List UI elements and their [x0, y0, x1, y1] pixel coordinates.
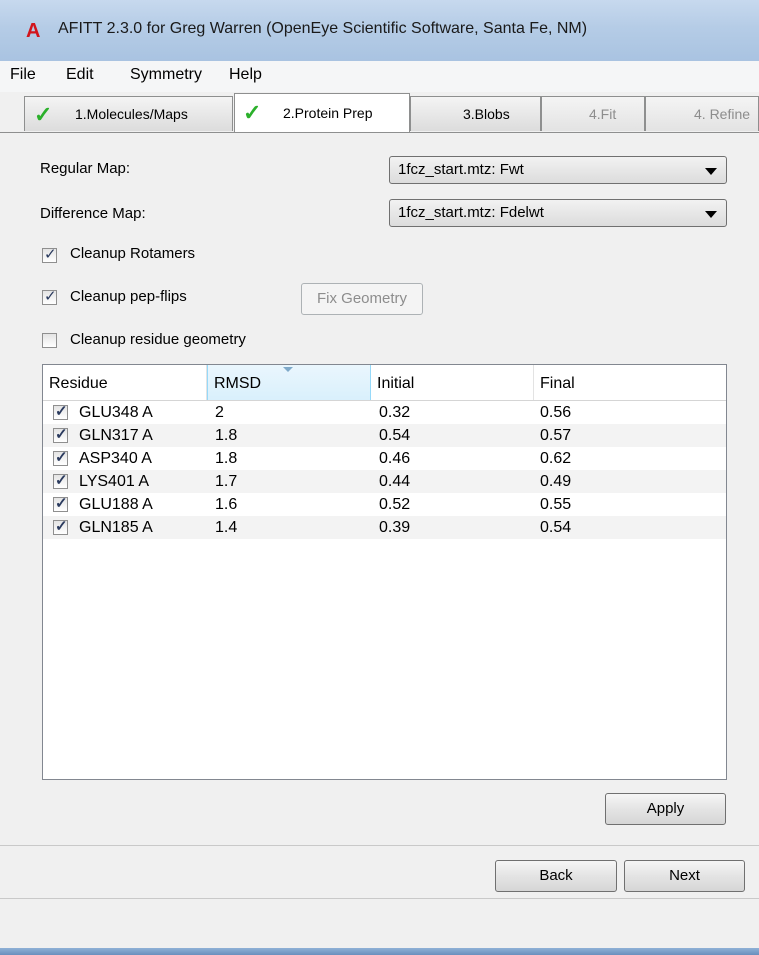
- initial-cell: 0.46: [379, 450, 411, 467]
- next-button[interactable]: Next: [624, 860, 745, 892]
- cleanup-pepflips-checkbox[interactable]: [42, 287, 57, 305]
- regular-map-select[interactable]: 1fcz_start.mtz: Fwt: [389, 156, 727, 184]
- rmsd-cell: 1.6: [215, 496, 238, 513]
- wizard-tabs: ✓ 1.Molecules/Maps ✓ 2.Protein Prep 3.Bl…: [0, 92, 759, 133]
- difference-map-select[interactable]: 1fcz_start.mtz: Fdelwt: [389, 199, 727, 227]
- sort-descending-icon: [283, 367, 293, 372]
- table-row[interactable]: GLN185 A 1.4 0.39 0.54: [43, 516, 726, 539]
- afitt-app-icon: A: [26, 20, 41, 42]
- tab-fit: 4.Fit: [541, 96, 645, 131]
- check-icon: ✓: [34, 102, 53, 127]
- column-header-residue[interactable]: Residue: [43, 365, 207, 400]
- rmsd-cell: 1.8: [215, 427, 238, 444]
- column-header-rmsd-label: RMSD: [214, 375, 262, 392]
- window-frame-bottom: [0, 948, 759, 955]
- afitt-window: A AFITT 2.3.0 for Greg Warren (OpenEye S…: [0, 0, 759, 955]
- cleanup-rotamers-checkbox[interactable]: [42, 245, 57, 263]
- cleanup-pepflips-label: Cleanup pep-flips: [70, 288, 187, 305]
- tab-label: 3.Blobs: [463, 106, 510, 122]
- table-header: Residue RMSD Initial Final: [43, 365, 726, 401]
- final-cell: 0.49: [540, 473, 572, 490]
- regular-map-label: Regular Map:: [40, 160, 131, 177]
- tab-label: 4.Fit: [589, 106, 617, 122]
- fix-geometry-button: Fix Geometry: [301, 283, 423, 315]
- rmsd-cell: 2: [215, 404, 224, 421]
- tab-blobs[interactable]: 3.Blobs: [410, 96, 541, 131]
- column-header-initial[interactable]: Initial: [371, 365, 534, 400]
- tab-label: 4. Refine: [694, 106, 751, 122]
- tab-refine: 4. Refine: [645, 96, 759, 131]
- initial-cell: 0.44: [379, 473, 411, 490]
- residue-cell: GLN185 A: [79, 519, 153, 536]
- menu-help[interactable]: Help: [229, 66, 262, 84]
- row-checkbox[interactable]: [53, 425, 68, 443]
- back-button[interactable]: Back: [495, 860, 617, 892]
- dropdown-arrow-icon: [705, 211, 717, 218]
- table-row[interactable]: GLU188 A 1.6 0.52 0.55: [43, 493, 726, 516]
- cleanup-geometry-checkbox[interactable]: [42, 333, 57, 348]
- cleanup-geometry-label: Cleanup residue geometry: [70, 331, 246, 348]
- residue-cell: ASP340 A: [79, 450, 152, 467]
- final-cell: 0.56: [540, 404, 572, 421]
- tab-label: 1.Molecules/Maps: [75, 106, 188, 122]
- menu-bar: File Edit Symmetry Help: [0, 61, 759, 93]
- final-cell: 0.57: [540, 427, 572, 444]
- menu-edit[interactable]: Edit: [66, 66, 94, 84]
- rmsd-cell: 1.7: [215, 473, 238, 490]
- table-row[interactable]: ASP340 A 1.8 0.46 0.62: [43, 447, 726, 470]
- residue-cell: LYS401 A: [79, 473, 149, 490]
- initial-cell: 0.32: [379, 404, 411, 421]
- initial-cell: 0.39: [379, 519, 411, 536]
- final-cell: 0.54: [540, 519, 572, 536]
- tab-protein-prep[interactable]: ✓ 2.Protein Prep: [234, 93, 410, 132]
- title-bar[interactable]: A AFITT 2.3.0 for Greg Warren (OpenEye S…: [0, 0, 759, 61]
- residue-cell: GLU348 A: [79, 404, 153, 421]
- residue-table[interactable]: Residue RMSD Initial Final GLU348 A 2 0.…: [42, 364, 727, 780]
- menu-file[interactable]: File: [10, 66, 36, 84]
- menu-symmetry[interactable]: Symmetry: [130, 66, 202, 84]
- difference-map-value: 1fcz_start.mtz: Fdelwt: [398, 204, 544, 221]
- table-row[interactable]: GLN317 A 1.8 0.54 0.57: [43, 424, 726, 447]
- column-header-final[interactable]: Final: [534, 365, 726, 400]
- apply-button[interactable]: Apply: [605, 793, 726, 825]
- rmsd-cell: 1.8: [215, 450, 238, 467]
- residue-cell: GLU188 A: [79, 496, 153, 513]
- difference-map-label: Difference Map:: [40, 205, 146, 222]
- table-row[interactable]: LYS401 A 1.7 0.44 0.49: [43, 470, 726, 493]
- row-checkbox[interactable]: [53, 402, 68, 420]
- tab-label: 2.Protein Prep: [283, 105, 373, 121]
- cleanup-rotamers-label: Cleanup Rotamers: [70, 245, 196, 262]
- separator: [0, 845, 759, 846]
- final-cell: 0.55: [540, 496, 572, 513]
- row-checkbox[interactable]: [53, 448, 68, 466]
- residue-cell: GLN317 A: [79, 427, 153, 444]
- row-checkbox[interactable]: [53, 517, 68, 535]
- check-icon: ✓: [243, 100, 262, 125]
- tab-molecules-maps[interactable]: ✓ 1.Molecules/Maps: [24, 96, 233, 131]
- column-header-rmsd[interactable]: RMSD: [207, 365, 371, 400]
- separator: [0, 898, 759, 899]
- rmsd-cell: 1.4: [215, 519, 238, 536]
- window-title: AFITT 2.3.0 for Greg Warren (OpenEye Sci…: [58, 20, 588, 37]
- initial-cell: 0.52: [379, 496, 411, 513]
- row-checkbox[interactable]: [53, 471, 68, 489]
- regular-map-value: 1fcz_start.mtz: Fwt: [398, 161, 524, 178]
- table-row[interactable]: GLU348 A 2 0.32 0.56: [43, 401, 726, 424]
- initial-cell: 0.54: [379, 427, 411, 444]
- dropdown-arrow-icon: [705, 168, 717, 175]
- row-checkbox[interactable]: [53, 494, 68, 512]
- final-cell: 0.62: [540, 450, 572, 467]
